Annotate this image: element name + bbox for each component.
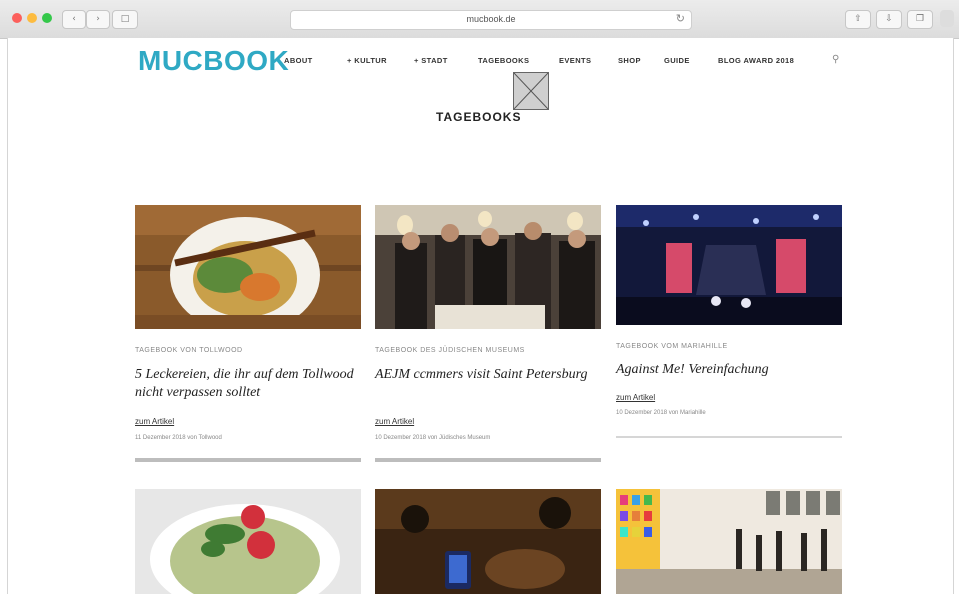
card-divider: [616, 436, 842, 438]
article-image-food-plate[interactable]: [135, 205, 361, 329]
nav-item-shop[interactable]: SHOP: [618, 56, 641, 65]
chevron-left-icon: ‹: [72, 14, 76, 24]
article-card[interactable]: [375, 489, 601, 594]
downloads-button[interactable]: ⇩: [876, 10, 902, 29]
read-more-link[interactable]: zum Artikel: [375, 417, 414, 426]
article-card[interactable]: [616, 489, 842, 594]
nav-item-guide[interactable]: GUIDE: [664, 56, 690, 65]
scroll-edge: [940, 10, 954, 27]
forward-button[interactable]: ›: [86, 10, 110, 29]
nav-item-kultur[interactable]: + KULTUR: [347, 56, 387, 65]
nav-item-blog-award[interactable]: BLOG AWARD 2018: [718, 56, 794, 65]
address-bar[interactable]: mucbook.de ↻: [290, 10, 692, 30]
back-button[interactable]: ‹: [62, 10, 86, 29]
tabs-icon: ❐: [915, 14, 925, 24]
sidebar-icon: □: [120, 14, 130, 24]
article-category[interactable]: TAGEBOOK VON TOLLWOOD: [135, 347, 243, 354]
card-divider: [135, 458, 361, 462]
site-logo[interactable]: MUCBOOK: [138, 45, 289, 77]
article-meta: 10 Dezember 2018 von Jüdisches Museum: [375, 435, 491, 441]
nav-item-stadt[interactable]: + STADT: [414, 56, 448, 65]
article-meta: 10 Dezember 2018 von Mariahille: [616, 410, 706, 416]
article-category[interactable]: TAGEBOOK DES JÜDISCHEN MUSEUMS: [375, 347, 525, 354]
chevron-right-icon: ›: [96, 14, 100, 24]
article-headline[interactable]: AEJM ccmmers visit Saint Petersburg: [375, 366, 601, 384]
read-more-link[interactable]: zum Artikel: [616, 393, 655, 402]
read-more-link[interactable]: zum Artikel: [135, 417, 174, 426]
downloads-icon: ⇩: [885, 14, 893, 24]
sidebar-button[interactable]: □: [112, 10, 138, 29]
search-icon[interactable]: ⚲: [832, 54, 840, 65]
article-headline[interactable]: 5 Leckereien, die ihr auf dem Tollwood n…: [135, 366, 361, 402]
share-icon: ⇧: [854, 14, 862, 24]
article-headline[interactable]: Against Me! Vereinfachung: [616, 361, 842, 379]
close-window-button[interactable]: [12, 13, 22, 23]
zoom-window-button[interactable]: [42, 13, 52, 23]
article-card[interactable]: TAGEBOOK VOM MARIAHILLE Against Me! Vere…: [616, 205, 842, 445]
article-image-gallery[interactable]: [616, 489, 842, 594]
page-title: TAGEBOOKS: [436, 110, 522, 124]
article-image-dessert[interactable]: [135, 489, 361, 594]
url-text: mucbook.de: [466, 14, 516, 24]
article-image-group-people[interactable]: [375, 205, 601, 329]
nav-item-events[interactable]: EVENTS: [559, 56, 591, 65]
nav-item-about[interactable]: ABOUT: [284, 56, 313, 65]
article-card[interactable]: [135, 489, 361, 594]
share-button[interactable]: ⇧: [845, 10, 871, 29]
browser-toolbar: ‹ › □ mucbook.de ↻ ⇧ ⇩ ❐: [0, 0, 959, 39]
tabs-button[interactable]: ❐: [907, 10, 933, 29]
article-image-crowd-phone[interactable]: [375, 489, 601, 594]
broken-image-icon: [513, 72, 549, 110]
article-image-concert[interactable]: [616, 205, 842, 325]
article-category[interactable]: TAGEBOOK VOM MARIAHILLE: [616, 343, 728, 350]
article-card[interactable]: TAGEBOOK VON TOLLWOOD 5 Leckereien, die …: [135, 205, 361, 465]
reload-icon[interactable]: ↻: [676, 12, 685, 25]
card-divider: [375, 458, 601, 462]
nav-item-tagebooks[interactable]: TAGEBOOKS: [478, 56, 529, 65]
article-card[interactable]: TAGEBOOK DES JÜDISCHEN MUSEUMS AEJM ccmm…: [375, 205, 601, 465]
minimize-window-button[interactable]: [27, 13, 37, 23]
article-meta: 11 Dezember 2018 von Tollwood: [135, 435, 222, 441]
